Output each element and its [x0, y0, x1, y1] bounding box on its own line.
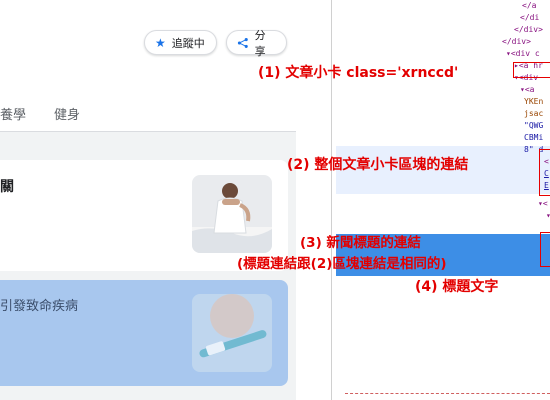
tab-divider [0, 131, 296, 132]
annotation-3b: (標題連結跟(2)區塊連結是相同的) [237, 256, 447, 272]
annotation-4: (4) 標題文字 [415, 279, 499, 295]
follow-button[interactable]: ★ 追蹤中 [144, 30, 217, 55]
code-line[interactable]: ▾ [546, 210, 550, 222]
article-thumbnail[interactable] [192, 294, 272, 372]
article-title[interactable]: 引發致命疾病 [0, 295, 78, 314]
code-line[interactable]: ▾<div c [506, 48, 540, 60]
article-thumbnail[interactable] [192, 175, 272, 253]
code-line[interactable]: </a [522, 0, 536, 12]
code-line[interactable]: "QWG [524, 120, 543, 132]
annotation-1: (1) 文章小卡 class='xrnccd' [258, 65, 459, 81]
share-button[interactable]: 分享 [226, 29, 287, 58]
annotation-box-2 [539, 149, 550, 196]
code-line[interactable]: jsac [524, 108, 543, 120]
code-line[interactable]: </div> [502, 36, 531, 48]
news-header [0, 0, 296, 132]
code-line[interactable]: ▾< [538, 198, 548, 210]
annotation-2: (2) 整個文章小卡區塊的連結 [287, 157, 469, 173]
article-title[interactable]: 關 [0, 176, 14, 196]
star-icon: ★ [155, 35, 166, 50]
code-line[interactable]: </div> [514, 24, 543, 36]
share-label: 分享 [254, 28, 266, 58]
devtools-elements-panel: </a </di </div> </div> ▾<div c ▸<a hr ▾<… [500, 0, 550, 400]
annotation-box-3 [540, 232, 550, 267]
follow-label: 追蹤中 [171, 36, 205, 50]
panel-divider [331, 0, 332, 400]
code-line[interactable]: </di [520, 12, 539, 24]
code-line[interactable]: ▾<a [520, 84, 534, 96]
code-line[interactable]: CBMi [524, 132, 543, 144]
code-line[interactable]: YKEn [524, 96, 543, 108]
dashed-separator [345, 393, 550, 394]
news-page: ★ 追蹤中 分享 養學 健身 關 引發致命疾病 [0, 0, 296, 400]
annotation-3: (3) 新聞標題的連結 [300, 235, 421, 251]
tab-fitness[interactable]: 健身 [54, 104, 80, 123]
tab-health-science[interactable]: 養學 [0, 104, 26, 123]
annotation-box-1 [513, 62, 550, 78]
toothbrush-photo [192, 294, 272, 372]
back-pain-photo [192, 175, 272, 253]
share-icon [237, 37, 248, 48]
